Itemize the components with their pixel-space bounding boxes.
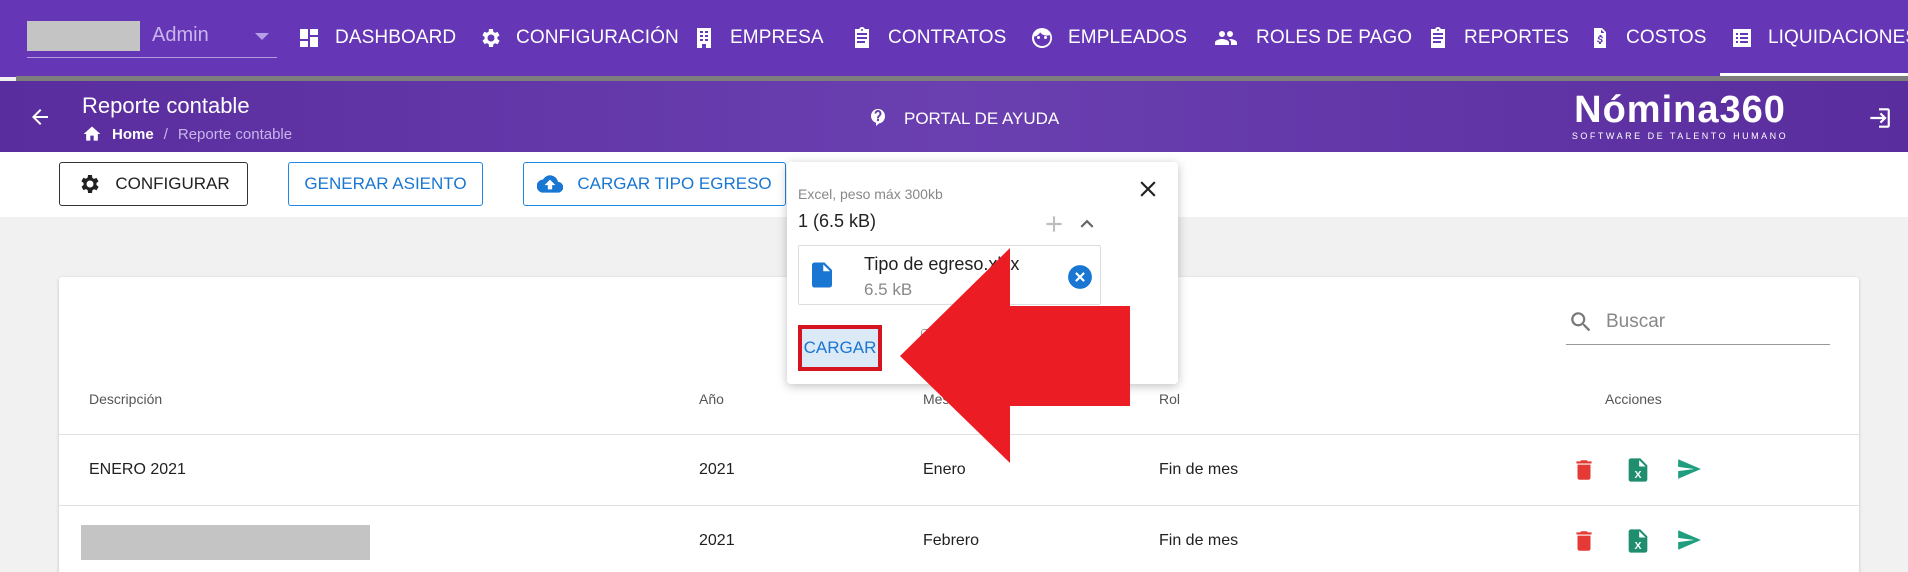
breadcrumb-home[interactable]: Home	[112, 126, 154, 143]
cargar-tipo-egreso-label: CARGAR TIPO EGRESO	[577, 174, 772, 193]
nav-dashboard[interactable]: DASHBOARD	[297, 22, 456, 54]
nav-label: EMPLEADOS	[1068, 27, 1188, 48]
cell-anio: 2021	[699, 532, 735, 549]
user-name: Admin	[152, 24, 209, 46]
svg-text:X: X	[1634, 469, 1641, 481]
cell-anio: 2021	[699, 461, 735, 478]
building-icon	[697, 28, 711, 48]
brand-tagline: SOFTWARE DE TALENTO HUMANO	[1571, 131, 1789, 141]
clipboard-icon	[1431, 27, 1445, 48]
nav-liquidaciones[interactable]: LIQUIDACIONES	[1730, 22, 1908, 54]
nav-label: ROLES DE PAGO	[1256, 27, 1413, 48]
page-title: Reporte contable	[82, 93, 250, 118]
nav-label: REPORTES	[1464, 27, 1569, 48]
cell-rol: Fin de mes	[1159, 461, 1239, 478]
column-header-acciones: Acciones	[1605, 391, 1662, 407]
nav-configuracion[interactable]: CONFIGURACIÓN	[478, 22, 679, 54]
redacted-cell	[81, 525, 370, 560]
help-icon	[871, 109, 885, 126]
breadcrumb: Home / Reporte contable	[82, 124, 292, 144]
dashboard-icon	[300, 29, 318, 47]
brand-logo: Nómina360 SOFTWARE DE TALENTO HUMANO	[1570, 91, 1790, 141]
face-icon	[1032, 28, 1052, 48]
column-header-rol[interactable]: Rol	[1159, 391, 1180, 407]
nav-contratos[interactable]: CONTRATOS	[850, 22, 1006, 54]
nav-costos[interactable]: COSTOS	[1588, 22, 1707, 54]
arrow-back-icon[interactable]	[28, 105, 52, 129]
nav-label: COSTOS	[1626, 27, 1707, 48]
brand-name: Nómina360	[1574, 89, 1786, 131]
nav-empleados[interactable]: EMPLEADOS	[1030, 22, 1187, 54]
nav-label: DASHBOARD	[335, 27, 457, 48]
column-header-descripcion[interactable]: Descripción	[89, 391, 162, 407]
chevron-down-icon	[255, 33, 269, 40]
search-icon	[1571, 312, 1591, 332]
delete-icon[interactable]	[1571, 457, 1597, 483]
nav-reportes[interactable]: REPORTES	[1426, 22, 1569, 54]
breadcrumb-separator: /	[163, 125, 168, 143]
configurar-button[interactable]: CONFIGURAR	[59, 162, 248, 206]
top-navbar: Admin DASHBOARD CONFIGURACIÓN EMPRESA CO…	[0, 0, 1908, 77]
cloud-upload-icon	[537, 175, 564, 193]
gear-icon	[81, 175, 99, 193]
clipboard-icon	[855, 27, 869, 48]
logout-icon[interactable]	[1866, 105, 1892, 131]
upload-count: 1 (6.5 kB)	[798, 211, 877, 231]
cargar-button[interactable]: CARGAR	[798, 325, 882, 371]
send-icon[interactable]	[1676, 527, 1702, 553]
annotation-arrow-icon	[900, 248, 1130, 463]
help-portal-label: PORTAL DE AYUDA	[904, 109, 1060, 128]
home-icon	[83, 126, 101, 141]
cell-mes: Febrero	[923, 532, 980, 549]
nav-empresa[interactable]: EMPRESA	[692, 22, 824, 54]
cell-descripcion: ENERO 2021	[89, 461, 186, 478]
nav-roles-de-pago[interactable]: ROLES DE PAGO	[1210, 22, 1412, 54]
nav-label: EMPRESA	[730, 27, 824, 48]
nav-label: CONTRATOS	[888, 27, 1007, 48]
add-icon[interactable]	[1041, 211, 1067, 237]
delete-icon[interactable]	[1571, 528, 1597, 554]
cell-rol: Fin de mes	[1159, 532, 1239, 549]
nav-label: CONFIGURACIÓN	[516, 27, 679, 48]
excel-file-icon[interactable]: X	[1624, 526, 1652, 556]
page-header: Reporte contable Home / Reporte contable…	[0, 81, 1908, 152]
help-portal-link[interactable]: PORTAL DE AYUDA	[866, 107, 1059, 131]
redacted-user	[27, 21, 140, 51]
cargar-label: CARGAR	[803, 338, 877, 357]
send-icon[interactable]	[1676, 456, 1702, 482]
cargar-tipo-egreso-button[interactable]: CARGAR TIPO EGRESO	[523, 162, 786, 206]
people-icon	[1215, 31, 1237, 45]
cell-mes: Enero	[923, 461, 966, 478]
excel-file-icon[interactable]: X	[1624, 455, 1652, 485]
row-divider	[59, 505, 1859, 506]
file-icon	[812, 262, 832, 288]
gear-icon	[482, 29, 500, 47]
user-select[interactable]: Admin	[27, 18, 277, 58]
search-box[interactable]	[1566, 300, 1830, 345]
upload-hint: Excel, peso máx 300kb	[798, 186, 943, 202]
list-icon	[1733, 29, 1751, 47]
nav-label: LIQUIDACIONES	[1768, 27, 1908, 48]
search-input[interactable]	[1606, 311, 1816, 333]
generar-asiento-label: GENERAR ASIENTO	[304, 174, 467, 193]
breadcrumb-current: Reporte contable	[177, 125, 293, 143]
configurar-label: CONFIGURAR	[115, 174, 230, 193]
generar-asiento-button[interactable]: GENERAR ASIENTO	[288, 162, 483, 206]
chevron-up-icon[interactable]	[1074, 211, 1100, 237]
svg-text:X: X	[1634, 540, 1641, 552]
invoice-icon	[1594, 28, 1606, 48]
column-header-anio[interactable]: Año	[699, 391, 724, 407]
close-icon[interactable]	[1135, 176, 1161, 202]
